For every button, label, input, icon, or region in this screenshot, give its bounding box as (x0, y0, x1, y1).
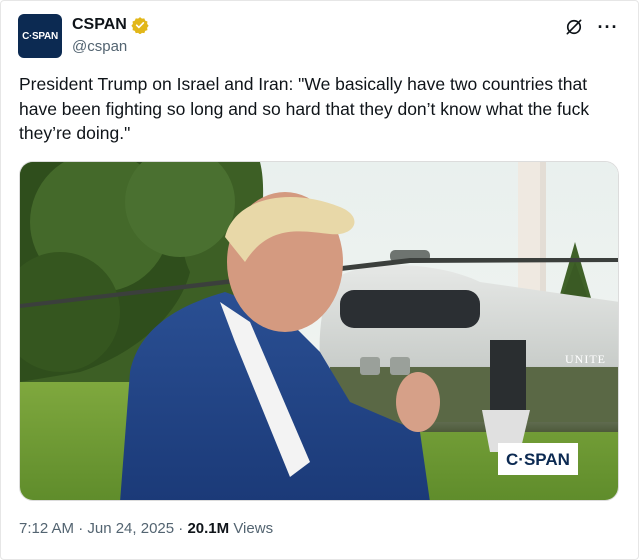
gold-check-icon[interactable] (131, 16, 149, 34)
avatar-logo-text: C·SPAN (22, 30, 58, 42)
tweet-media-image[interactable]: C·SPAN UNITE (19, 161, 619, 501)
more-options-icon[interactable]: ··· (597, 16, 619, 38)
views-count: 20.1M (187, 520, 230, 537)
account-name[interactable]: CSPAN (72, 16, 127, 34)
tweet-text: President Trump on Israel and Iran: "We … (19, 74, 590, 143)
account-name-row[interactable]: CSPAN (72, 16, 149, 34)
top-actions: ··· (563, 16, 619, 38)
helicopter-lettering: UNITE (565, 352, 606, 366)
cspan-watermark: C·SPAN (506, 450, 570, 469)
views-label: Views (229, 520, 274, 537)
grok-icon[interactable] (563, 16, 585, 38)
account-handle[interactable]: @cspan (72, 38, 127, 55)
avatar[interactable]: C·SPAN (18, 14, 62, 58)
grok-icon-glyph (566, 19, 582, 35)
tweet-card: C·SPAN CSPAN @cspan ··· President Trump … (0, 0, 639, 560)
tweet-meta: 7:12 AM · Jun 24, 2025 · 20.1M Views (19, 520, 273, 537)
timestamp[interactable]: 7:12 AM · Jun 24, 2025 (19, 520, 174, 537)
media-scene: C·SPAN UNITE (20, 162, 618, 500)
meta-separator: · (174, 520, 188, 537)
